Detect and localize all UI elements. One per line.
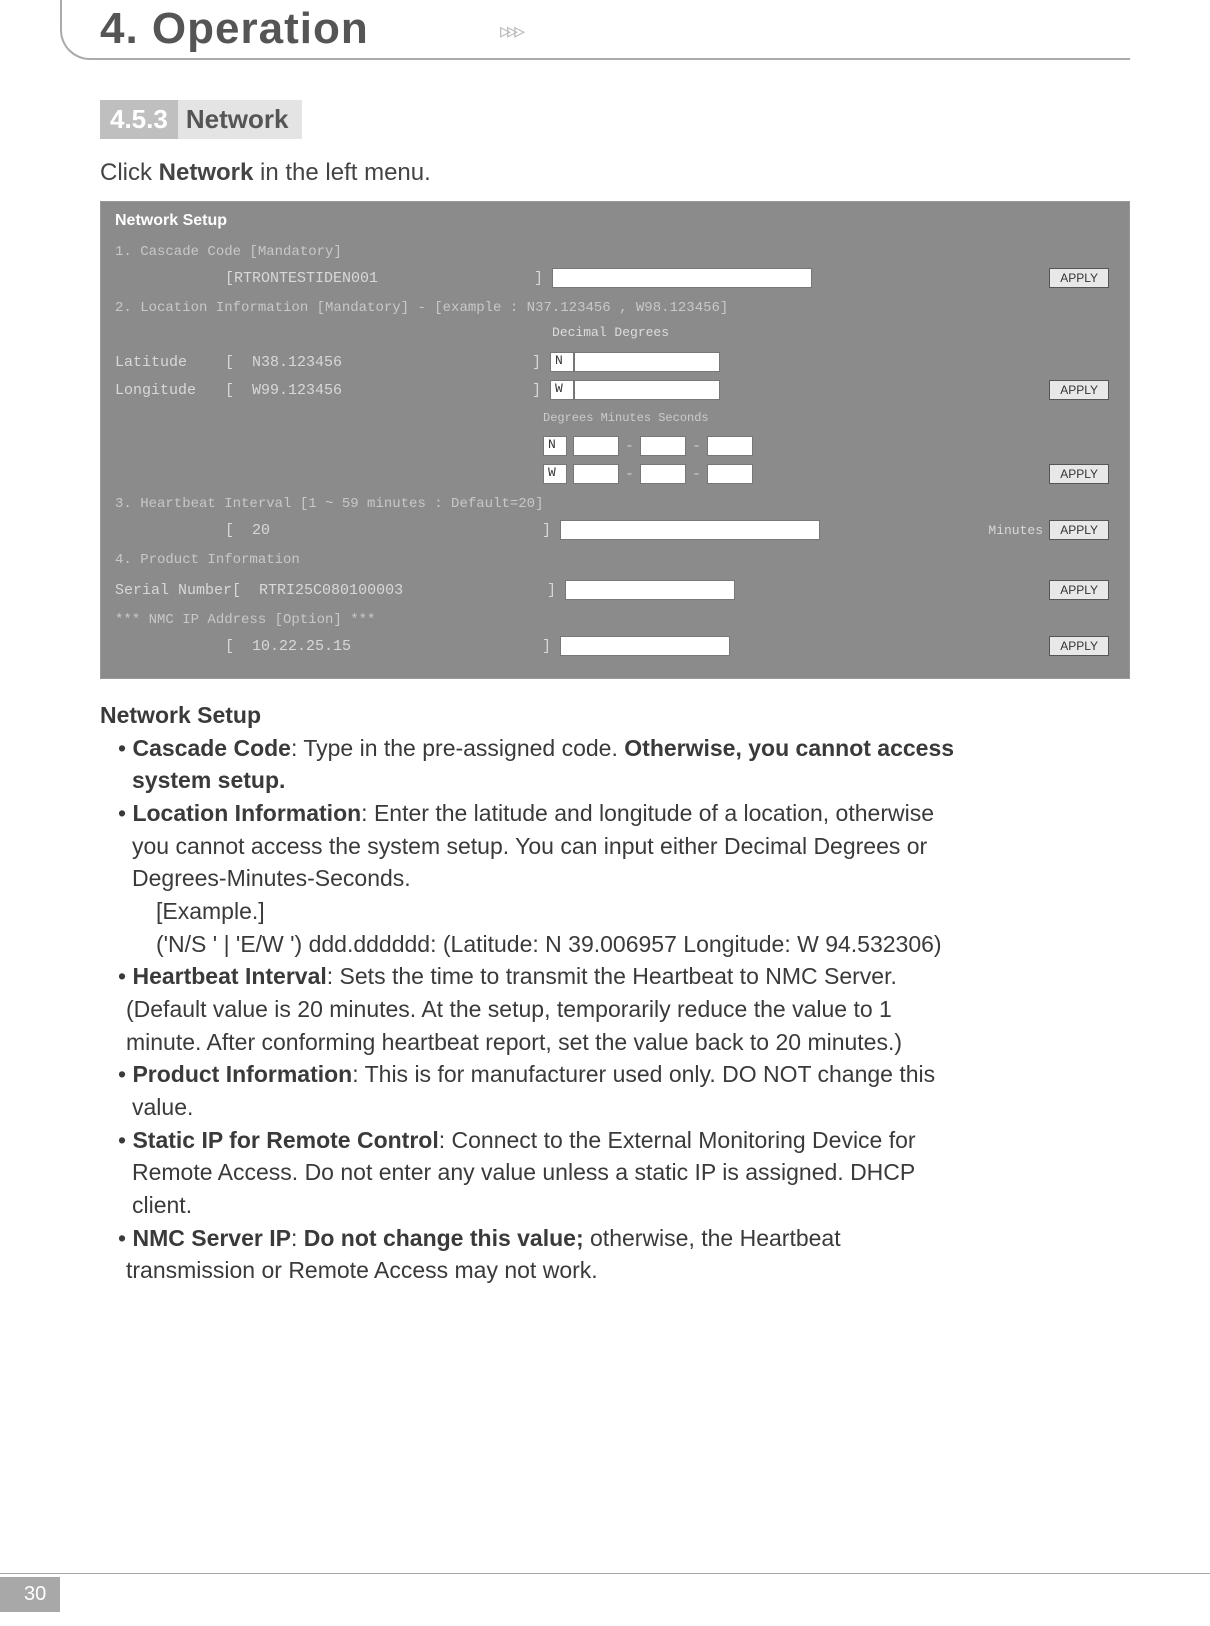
heartbeat-input[interactable] xyxy=(560,520,820,540)
intro-text: Click Network in the left menu. xyxy=(100,159,1130,187)
nmc-ip-label: *** NMC IP Address [Option] *** xyxy=(115,612,1115,628)
section-header: 4.5.3Network xyxy=(100,100,1130,139)
lon-hemisphere[interactable]: W xyxy=(550,380,574,400)
latitude-label: Latitude xyxy=(115,354,225,371)
heartbeat-label: 3. Heartbeat Interval [1 ~ 59 minutes : … xyxy=(115,496,1115,512)
ss-title: Network Setup xyxy=(115,212,1115,230)
cascade-code-input[interactable] xyxy=(552,268,812,288)
product-info-label: 4. Product Information xyxy=(115,552,1115,568)
chapter-header: 4. Operation ▹▹▹ xyxy=(100,0,1130,60)
serial-input[interactable] xyxy=(565,580,735,600)
apply-button[interactable]: APPLY xyxy=(1049,380,1109,400)
apply-button[interactable]: APPLY xyxy=(1049,464,1109,484)
apply-button[interactable]: APPLY xyxy=(1049,580,1109,600)
nmc-ip-value: 10.22.25.15 xyxy=(252,638,542,655)
footer-rule xyxy=(0,1573,1210,1574)
longitude-label: Longitude xyxy=(115,382,225,399)
longitude-input[interactable] xyxy=(574,380,720,400)
lat-hemisphere[interactable]: N xyxy=(550,352,574,372)
apply-button[interactable]: APPLY xyxy=(1049,268,1109,288)
dms-lon-deg[interactable] xyxy=(573,464,619,484)
decor-curve xyxy=(60,0,100,60)
dms-lat-sec[interactable] xyxy=(707,436,753,456)
apply-button[interactable]: APPLY xyxy=(1049,636,1109,656)
location-info-label: 2. Location Information [Mandatory] - [e… xyxy=(115,300,1115,316)
heartbeat-unit: Minutes xyxy=(988,523,1043,538)
dms-lon-hemi[interactable]: W xyxy=(543,464,567,484)
notes-block: Network Setup • Cascade Code: Type in th… xyxy=(100,699,1130,1287)
latitude-value: N38.123456 xyxy=(252,354,532,371)
chevron-decor-icon: ▹▹▹ xyxy=(500,18,521,44)
heartbeat-value: 20 xyxy=(252,522,542,539)
serial-value: RTRI25C080100003 xyxy=(259,582,547,599)
decimal-degrees-label: Decimal Degrees xyxy=(552,325,669,340)
nmc-ip-input[interactable] xyxy=(560,636,730,656)
dms-lon-min[interactable] xyxy=(640,464,686,484)
section-title: Network xyxy=(178,100,303,139)
cascade-code-label: 1. Cascade Code [Mandatory] xyxy=(115,244,1115,260)
dms-lon-sec[interactable] xyxy=(707,464,753,484)
page-number: 30 xyxy=(0,1577,60,1612)
chapter-title: 4. Operation xyxy=(100,4,369,54)
dms-lat-min[interactable] xyxy=(640,436,686,456)
apply-button[interactable]: APPLY xyxy=(1049,520,1109,540)
dms-label: Degrees Minutes Seconds xyxy=(543,411,709,425)
serial-label: Serial Number xyxy=(115,582,232,599)
latitude-input[interactable] xyxy=(574,352,720,372)
section-number: 4.5.3 xyxy=(100,100,178,139)
dms-lat-deg[interactable] xyxy=(573,436,619,456)
cascade-code-value: RTRONTESTIDEN001 xyxy=(234,270,534,287)
dms-lat-hemi[interactable]: N xyxy=(543,436,567,456)
network-setup-screenshot: Network Setup 1. Cascade Code [Mandatory… xyxy=(100,201,1130,679)
notes-title: Network Setup xyxy=(100,699,1130,732)
longitude-value: W99.123456 xyxy=(252,382,532,399)
